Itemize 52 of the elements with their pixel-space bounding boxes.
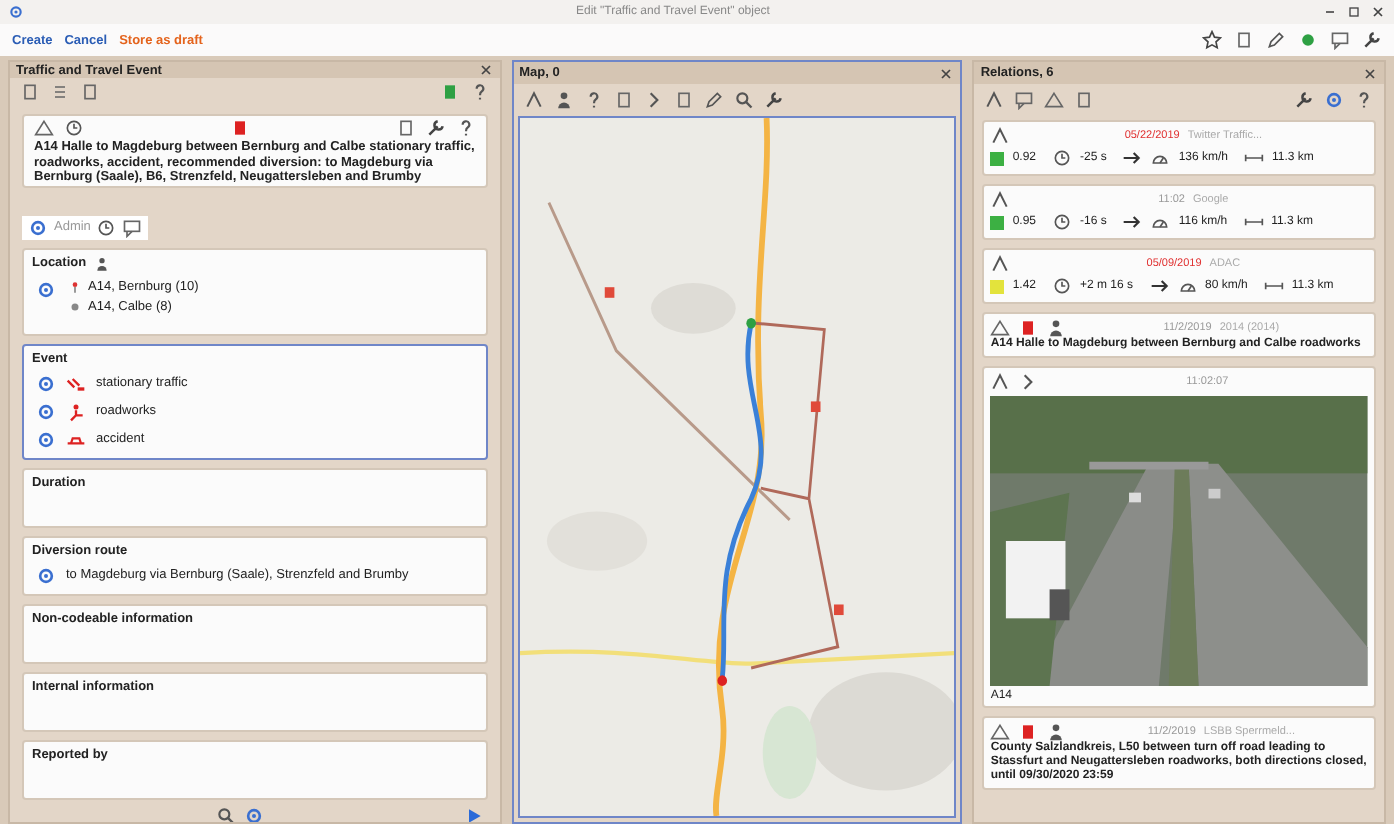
flag-icon (1018, 318, 1039, 338)
pen-icon[interactable] (703, 90, 724, 110)
close-icon[interactable] (938, 65, 955, 81)
pin-icon (68, 279, 82, 293)
gear-icon[interactable] (244, 805, 265, 822)
person-icon (94, 255, 111, 271)
chat-icon[interactable] (1014, 90, 1035, 110)
maximize-icon[interactable] (1346, 4, 1362, 20)
play-icon[interactable] (463, 805, 484, 822)
arrow-icon (1149, 276, 1170, 296)
warning-icon[interactable] (34, 118, 54, 138)
clock-icon[interactable] (64, 118, 84, 138)
person-icon (1046, 318, 1067, 338)
clock-icon (1052, 148, 1072, 168)
flag-icon[interactable] (229, 118, 250, 138)
warning-icon[interactable] (1044, 90, 1065, 110)
app-icon (8, 4, 24, 20)
list-icon[interactable] (50, 82, 70, 102)
point-icon (68, 299, 82, 313)
close-icon[interactable] (1370, 4, 1386, 20)
chat-icon[interactable] (1330, 30, 1350, 50)
clock-icon (1052, 212, 1072, 232)
chat-icon[interactable] (122, 217, 143, 237)
clock-icon (1052, 276, 1072, 296)
star-icon[interactable] (1202, 30, 1222, 50)
stationary-icon (66, 373, 86, 393)
close-icon[interactable] (477, 62, 494, 78)
document-icon[interactable] (20, 82, 40, 102)
person-icon (1046, 722, 1067, 742)
document-icon[interactable] (395, 118, 416, 138)
gear-icon[interactable] (28, 217, 48, 237)
flag-icon (1018, 722, 1039, 742)
wrench-icon[interactable] (763, 90, 784, 110)
search-icon[interactable] (216, 805, 237, 822)
pen-icon[interactable] (1266, 30, 1286, 50)
gear-icon[interactable] (1324, 90, 1345, 110)
close-icon[interactable] (1362, 65, 1379, 81)
wrench-icon[interactable] (1362, 30, 1382, 50)
wrench-icon[interactable] (425, 118, 446, 138)
status-icon[interactable] (1298, 30, 1318, 50)
roadworks-icon (66, 401, 86, 421)
arrow-icon (1122, 212, 1143, 232)
person-icon[interactable] (553, 90, 574, 110)
clock-icon[interactable] (96, 217, 117, 237)
arrow-icon (1122, 148, 1143, 168)
search-icon[interactable] (733, 90, 754, 110)
document-icon[interactable] (1234, 30, 1254, 50)
gear-icon[interactable] (36, 279, 56, 299)
warning-icon (990, 722, 1011, 742)
gear-icon[interactable] (36, 565, 56, 585)
wrench-icon[interactable] (1294, 90, 1315, 110)
warning-icon (990, 318, 1011, 338)
